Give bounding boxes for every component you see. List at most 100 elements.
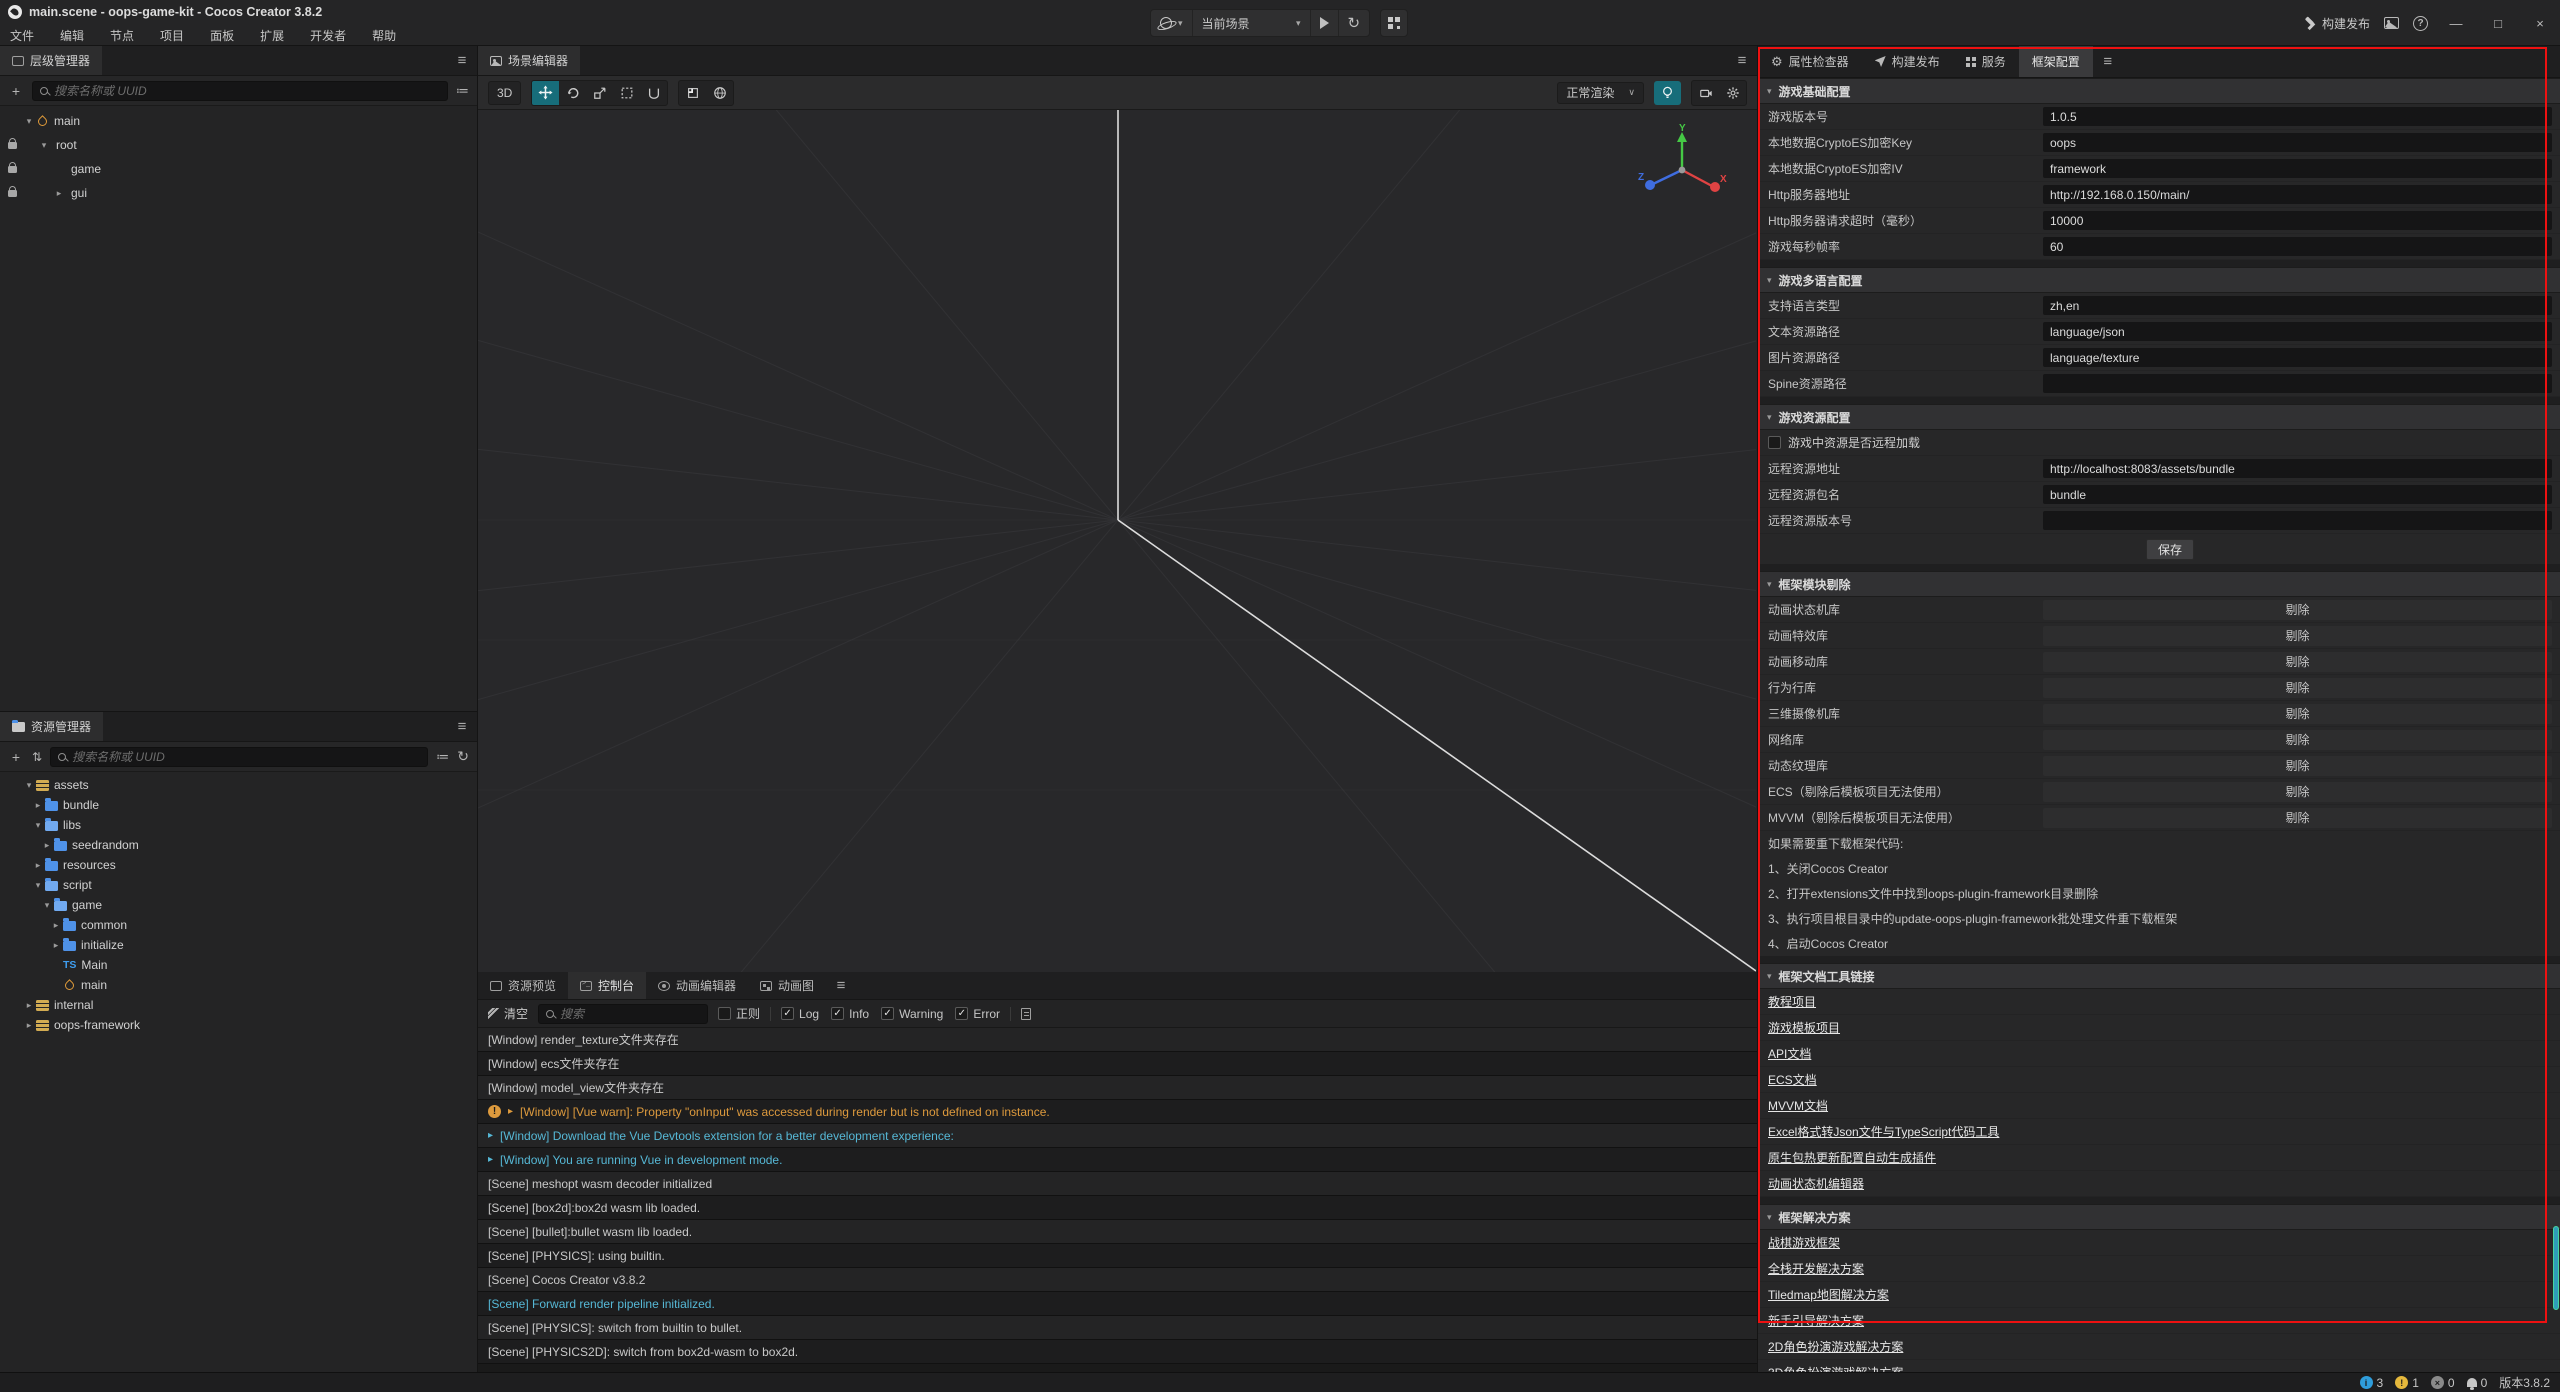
scene-camera-button[interactable] (1692, 81, 1719, 105)
preview-platform-button[interactable]: ▾ (1151, 10, 1193, 36)
hierarchy-menu-icon[interactable]: ≡ (447, 46, 477, 75)
tab-控制台[interactable]: 控制台 (568, 972, 646, 999)
tree-node[interactable]: ▸gui (0, 181, 477, 205)
tree-node[interactable]: ▾script (0, 875, 477, 895)
warning-count[interactable]: !1 (2395, 1376, 2419, 1390)
remove-button[interactable]: 剔除 (2043, 626, 2552, 646)
menu-item[interactable]: 面板 (210, 27, 234, 44)
tree-node[interactable]: ▸oops-framework (0, 1015, 477, 1035)
build-publish-button[interactable]: 构建发布 (2304, 15, 2370, 32)
doc-link[interactable]: 动画状态机编辑器 (1768, 1175, 1864, 1192)
add-node-button[interactable]: + (8, 83, 24, 99)
menu-item[interactable]: 编辑 (60, 27, 84, 44)
doc-link[interactable]: Excel格式转Json文件与TypeScript代码工具 (1768, 1123, 1999, 1140)
expander-icon[interactable]: ▾ (22, 780, 36, 791)
snap-corner-button[interactable] (679, 81, 706, 105)
expander-icon[interactable]: ▾ (22, 116, 36, 127)
doc-link[interactable]: 2D角色扮演游戏解决方案 (1768, 1338, 1903, 1355)
notification-count[interactable]: 0 (2467, 1376, 2488, 1390)
field-input[interactable] (2043, 107, 2552, 126)
section-header[interactable]: ▾框架模块剔除 (1758, 571, 2560, 597)
sort-icon[interactable]: ⇅ (32, 750, 42, 764)
section-header[interactable]: ▾游戏多语言配置 (1758, 267, 2560, 293)
expander-icon[interactable]: ▸ (22, 1020, 36, 1031)
gallery-icon[interactable] (2384, 17, 2399, 29)
menu-item[interactable]: 项目 (160, 27, 184, 44)
log-row[interactable]: [Scene] [bullet]:bullet wasm lib loaded. (478, 1220, 1757, 1244)
scene-settings-button[interactable] (1719, 81, 1746, 105)
remove-button[interactable]: 剔除 (2043, 704, 2552, 724)
console-menu-icon[interactable]: ≡ (826, 972, 856, 999)
expander-icon[interactable]: ▸ (31, 860, 45, 871)
restart-button[interactable]: ↻ (1339, 10, 1370, 36)
filter-log[interactable]: Log (781, 1007, 819, 1021)
remove-button[interactable]: 剔除 (2043, 730, 2552, 750)
tab-scene-editor[interactable]: 场景编辑器 (478, 46, 580, 75)
transform-tool-button[interactable] (640, 81, 667, 105)
log-row[interactable]: [Window] ecs文件夹存在 (478, 1052, 1757, 1076)
rect-tool-button[interactable] (613, 81, 640, 105)
remove-button[interactable]: 剔除 (2043, 808, 2552, 828)
tree-node[interactable]: main (0, 975, 477, 995)
section-header[interactable]: ▾游戏资源配置 (1758, 404, 2560, 430)
tab-资源预览[interactable]: 资源预览 (478, 972, 568, 999)
info-count[interactable]: i3 (2360, 1376, 2384, 1390)
tree-node[interactable]: TSMain (0, 955, 477, 975)
section-header[interactable]: ▾框架文档工具链接 (1758, 963, 2560, 989)
field-input[interactable] (2043, 159, 2552, 178)
expand-icon[interactable]: ▸ (488, 1154, 493, 1165)
expander-icon[interactable]: ▾ (37, 140, 51, 151)
tree-node[interactable]: ▾assets (0, 775, 477, 795)
menu-item[interactable]: 开发者 (310, 27, 346, 44)
world-local-button[interactable] (706, 81, 733, 105)
menu-item[interactable]: 文件 (10, 27, 34, 44)
remove-button[interactable]: 剔除 (2043, 782, 2552, 802)
log-row[interactable]: [Scene] meshopt wasm decoder initialized (478, 1172, 1757, 1196)
expander-icon[interactable]: ▾ (31, 880, 45, 891)
log-row[interactable]: !▸[Window] [Vue warn]: Property "onInput… (478, 1100, 1757, 1124)
add-asset-button[interactable]: + (8, 749, 24, 765)
help-icon[interactable]: ? (2413, 16, 2428, 31)
error-count[interactable]: ×0 (2431, 1376, 2455, 1390)
scrollbar-thumb[interactable] (2553, 1226, 2559, 1310)
save-button[interactable]: 保存 (2146, 539, 2194, 560)
render-mode-dropdown[interactable]: 正常渲染 ∨ (1557, 82, 1644, 104)
expander-icon[interactable]: ▸ (52, 188, 66, 199)
tree-node[interactable]: ▸seedrandom (0, 835, 477, 855)
doc-link[interactable]: 全栈开发解决方案 (1768, 1260, 1864, 1277)
tab-动画图[interactable]: 动画图 (748, 972, 826, 999)
doc-link[interactable]: 新手引导解决方案 (1768, 1312, 1864, 1329)
menu-item[interactable]: 帮助 (372, 27, 396, 44)
log-row[interactable]: [Scene] [PHYSICS]: switch from builtin t… (478, 1316, 1757, 1340)
tab-assets[interactable]: 资源管理器 (0, 712, 103, 741)
menu-item[interactable]: 节点 (110, 27, 134, 44)
field-input[interactable] (2043, 322, 2552, 341)
field-input[interactable] (2043, 211, 2552, 230)
log-row[interactable]: [Scene] Cocos Creator v3.8.2 (478, 1268, 1757, 1292)
doc-link[interactable]: MVVM文档 (1768, 1097, 1828, 1114)
menu-item[interactable]: 扩展 (260, 27, 284, 44)
field-input[interactable] (2043, 485, 2552, 504)
preview-qr-button[interactable] (1380, 9, 1408, 37)
remove-button[interactable]: 剔除 (2043, 756, 2552, 776)
remove-button[interactable]: 剔除 (2043, 652, 2552, 672)
field-input[interactable] (2043, 237, 2552, 256)
hierarchy-search-input[interactable] (54, 84, 440, 98)
tab-属性检查器[interactable]: ⚙属性检查器 (1758, 46, 1862, 77)
doc-link[interactable]: 教程项目 (1768, 993, 1816, 1010)
doc-link[interactable]: 游戏模板项目 (1768, 1019, 1840, 1036)
tree-node[interactable]: ▾main (0, 109, 477, 133)
maximize-button[interactable]: □ (2484, 8, 2512, 38)
tree-node[interactable]: ▸initialize (0, 935, 477, 955)
clear-console-button[interactable]: 清空 (488, 1005, 528, 1022)
doc-link[interactable]: 原生包热更新配置自动生成插件 (1768, 1149, 1936, 1166)
filter-icon[interactable]: ≔ (456, 83, 469, 99)
log-row[interactable]: [Scene] Forward render pipeline initiali… (478, 1292, 1757, 1316)
log-row[interactable]: [Scene] [PHYSICS]: using builtin. (478, 1244, 1757, 1268)
lighting-toggle-button[interactable] (1654, 81, 1681, 105)
expander-icon[interactable]: ▾ (31, 820, 45, 831)
tab-构建发布[interactable]: 构建发布 (1862, 46, 1953, 77)
axis-gizmo[interactable]: Y X Z (1636, 124, 1728, 216)
scale-tool-button[interactable] (586, 81, 613, 105)
field-input[interactable] (2043, 459, 2552, 478)
